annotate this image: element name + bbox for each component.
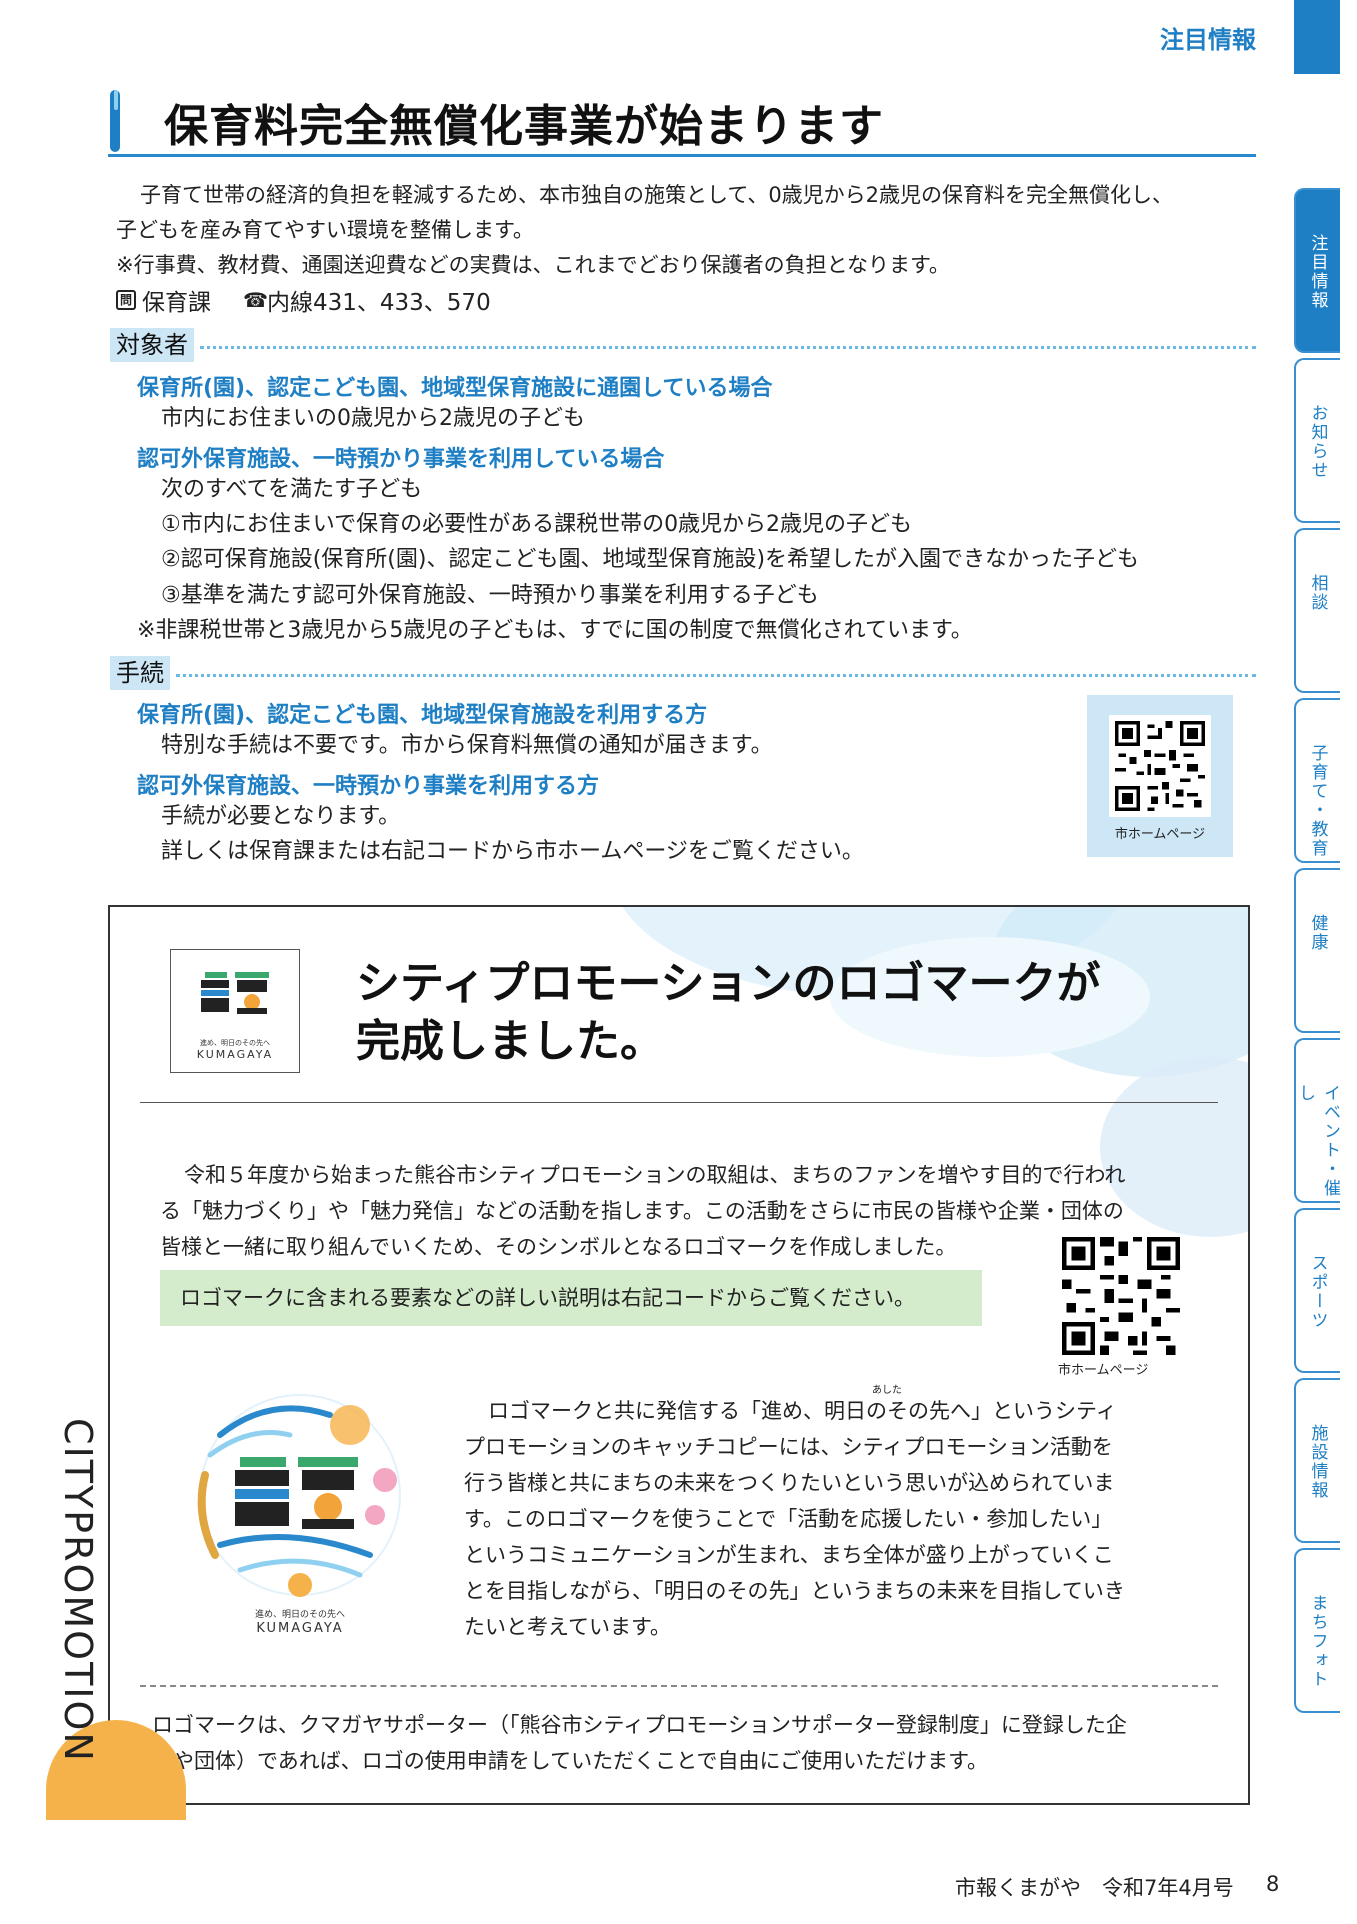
promo-p3-line1: ロゴマークは、クマガヤサポーター（「熊谷市シティプロモーションサポーター登録制度… (152, 1713, 1127, 1737)
target-case1-text: 市内にお住まいの0歳児から2歳児の子ども (161, 406, 585, 431)
title-accent-bar (110, 90, 130, 152)
side-tab-label: 相談 (1307, 574, 1328, 612)
promo-p2-line2: プロモーションのキャッチコピーには、シティプロモーション活動を (464, 1435, 1113, 1459)
procedure-case1-heading: 保育所(園)、認定こども園、地域型保育施設を利用する方 (137, 703, 708, 728)
promo-p1-line2: る「魅力づくり」や「魅力発信」などの活動を指します。この活動をさらに市民の皆様や… (160, 1199, 1124, 1223)
side-tab-info[interactable]: お知らせ (1294, 358, 1340, 523)
side-tab-label: スポーツ (1307, 1254, 1328, 1330)
side-tab-consult[interactable]: 相談 (1294, 528, 1340, 693)
article-title: 保育料完全無償化事業が始まります (164, 101, 884, 152)
vertical-label-text: CITYPROMOTION (56, 1418, 100, 1763)
qr-code[interactable] (1109, 715, 1211, 817)
contact-phone: 内線431、433、570 (267, 290, 491, 316)
side-tab-label: 注目情報 (1307, 234, 1328, 310)
kumagaya-logo-mark (201, 972, 269, 1014)
promo-p2-line1: ロゴマークと共に発信する「進め、明日のその先へ」というシティ (488, 1399, 1117, 1423)
promo-p2-line3: 行う皆様と共にまちの未来をつくりたいという思いが込められていま (464, 1471, 1115, 1495)
promo-logo-illustration: 進め、明日のその先へ KUMAGAYA (180, 1385, 420, 1675)
detail-note: ロゴマークに含まれる要素などの詳しい説明は右記コードからご覧ください。 (160, 1270, 982, 1326)
side-tab-events[interactable]: イベント・催し (1294, 1038, 1340, 1203)
qr-caption: 市ホームページ (1114, 827, 1206, 842)
title-rule (108, 154, 1256, 157)
promo-title-line2: 完成しました。 (356, 1016, 664, 1067)
side-index: 注目情報 お知らせ 相談 子育て・教育 健康 イベント・催し スポーツ 施設情報… (1294, 188, 1340, 1718)
procedure-case1-text: 特別な手続は不要です。市から保育料無償の通知が届きます。 (161, 733, 773, 758)
inquiry-icon: 問 (116, 290, 136, 310)
procedure-case2-heading: 認可外保育施設、一時預かり事業を利用する方 (137, 774, 600, 799)
procedure-case2-text2: 詳しくは保育課または右記コードから市ホームページをご覧ください。 (161, 839, 864, 864)
side-tab-label: 子育て・教育 (1307, 744, 1328, 858)
target-case2-item2: ②認可保育施設(保育所(園)、認定こども園、地域型保育施設)を希望したが入園でき… (161, 547, 1140, 572)
dashed-divider (140, 1685, 1218, 1687)
logo-tagline: 進め、明日のその先へ (254, 1610, 345, 1620)
promo-p2-line6: とを目指しながら、「明日のその先」というまちの未来を目指していき (464, 1579, 1125, 1603)
target-note: ※非課税世帯と3歳児から5歳児の子どもは、すでに国の制度で無償化されています。 (137, 618, 973, 643)
dotted-rule (176, 673, 1256, 677)
side-tab-health[interactable]: 健康 (1294, 868, 1340, 1033)
city-promotion-box: 進め、明日のその先へ KUMAGAYA シティプロモーションのロゴマークが 完成… (108, 905, 1250, 1805)
kumagaya-illustrated-logo (197, 1394, 401, 1597)
side-tab-childcare[interactable]: 子育て・教育 (1294, 698, 1340, 863)
promo-p2-line7: たいと考えています。 (464, 1615, 671, 1639)
qr-code[interactable] (1062, 1237, 1180, 1355)
contact-line: 問 保育課 ☎ 内線431、433、570 (116, 283, 491, 317)
side-tab-label: イベント・催し (1295, 1084, 1340, 1198)
side-tab-label: お知らせ (1307, 404, 1328, 480)
logo-brand: KUMAGAYA (256, 1621, 344, 1636)
target-heading: 対象者 (110, 328, 1256, 362)
target-case2-text: 次のすべてを満たす子ども (161, 477, 423, 502)
page-number: 8 (1266, 1872, 1280, 1896)
contact-dept: 保育課 (142, 290, 211, 316)
side-tab-label: 健康 (1307, 914, 1328, 952)
dotted-rule (200, 345, 1256, 349)
intro-note: ※行事費、教材費、通園送迎費などの実費は、これまでどおり保護者の負担となります。 (116, 253, 950, 277)
target-case2-heading: 認可外保育施設、一時預かり事業を利用している場合 (137, 447, 665, 472)
side-tab-facilities[interactable]: 施設情報 (1294, 1378, 1340, 1543)
section-tag: 注目情報 (1160, 26, 1256, 54)
side-tab-sports[interactable]: スポーツ (1294, 1208, 1340, 1373)
procedure-heading: 手続 (110, 656, 1256, 690)
target-case2-item3: ③基準を満たす認可外保育施設、一時預かり事業を利用する子ども (161, 583, 819, 608)
side-tab-photo[interactable]: まちフォト (1294, 1548, 1340, 1713)
cityprom-vertical-label: CITYPROMOTION (56, 1418, 106, 1818)
promo-logo: 進め、明日のその先へ KUMAGAYA (170, 949, 300, 1073)
promo-rule (140, 1102, 1218, 1103)
promo-p1-line3: 皆様と一緒に取り組んでいくため、そのシンボルとなるロゴマークを作成しました。 (160, 1235, 957, 1259)
qr-code-box[interactable]: 市ホームページ (1087, 695, 1233, 857)
procedure-case2-text1: 手続が必要となります。 (161, 804, 401, 829)
target-case2-item1: ①市内にお住まいで保育の必要性がある課税世帯の0歳児から2歳児の子ども (161, 512, 913, 537)
target-heading-label: 対象者 (110, 328, 194, 362)
promo-p2-line4: す。このロゴマークを使うことで「活動を応援したい・参加したい」 (464, 1507, 1113, 1531)
target-case1-heading: 保育所(園)、認定こども園、地域型保育施設に通園している場合 (137, 376, 773, 401)
intro-line-2: 子どもを産み育てやすい環境を整備します。 (116, 218, 534, 242)
qr-caption: 市ホームページ (1058, 1363, 1149, 1378)
logo-tagline: 進め、明日のその先へ (200, 1039, 270, 1047)
promo-p3-line2: 業や団体）であれば、ロゴの使用申請をしていただくことで自由にご使用いただけます。 (152, 1749, 989, 1773)
procedure-heading-label: 手続 (110, 656, 170, 690)
footer-publication: 市報くまがや 令和7年4月号 (955, 1876, 1234, 1900)
phone-icon: ☎ (243, 288, 268, 312)
logo-brand: KUMAGAYA (196, 1048, 274, 1061)
side-tab-label: 施設情報 (1307, 1424, 1328, 1500)
promo-title: シティプロモーションのロゴマークが 完成しました。 (356, 955, 1100, 1071)
promo-title-line1: シティプロモーションのロゴマークが (356, 958, 1101, 1009)
top-tab-marker (1294, 0, 1340, 74)
promo-p1-line1: 令和５年度から始まった熊谷市シティプロモーションの取組は、まちのファンを増やす目… (184, 1163, 1126, 1187)
side-tab-label: まちフォト (1307, 1594, 1328, 1689)
intro-line-1: 子育て世帯の経済的負担を軽減するため、本市独自の施策として、0歳児から2歳児の保… (140, 183, 1174, 207)
promo-p2-line5: というコミュニケーションが生まれ、まち全体が盛り上がっていくこ (464, 1543, 1114, 1567)
side-tab-notice[interactable]: 注目情報 (1294, 188, 1340, 353)
